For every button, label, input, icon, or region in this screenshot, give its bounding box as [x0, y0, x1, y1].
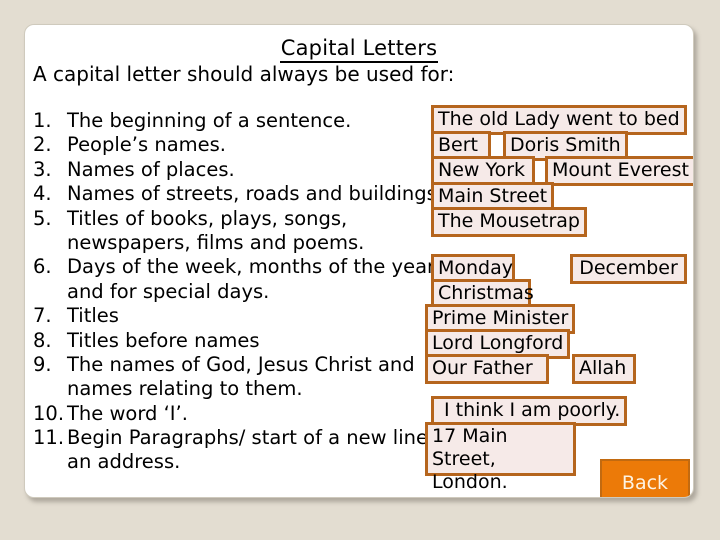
example-box-mount-everest: Mount Everest	[545, 156, 693, 186]
lead-sentence: A capital letter should always be used f…	[33, 62, 455, 86]
list-item: 5. Titles of books, plays, songs,	[33, 207, 453, 231]
list-item: 2. People’s names.	[33, 133, 453, 157]
list-item-number: 1.	[33, 109, 52, 132]
list-item-label: The names of God, Jesus Christ and	[67, 352, 415, 376]
page-title: Capital Letters	[25, 36, 693, 63]
list-item: 10. The word ‘I’.	[33, 402, 453, 426]
page-title-text: Capital Letters	[279, 36, 439, 63]
list-item-label: The word ‘I’.	[67, 401, 188, 425]
list-item-number: 2.	[33, 133, 52, 157]
list-item-label: names relating to them.	[67, 377, 303, 401]
example-box-the-mousetrap: The Mousetrap	[431, 207, 587, 237]
list-item-number: 9.	[33, 352, 52, 376]
list-item-label: People’s names.	[67, 133, 226, 157]
list-item-number: 4.	[33, 182, 52, 206]
list-item-label: Begin Paragraphs/ start of a new line of	[67, 426, 453, 450]
example-box-address: 17 Main Street, London.	[425, 422, 576, 493]
list-item-continuation: an address.	[33, 450, 453, 474]
example-box-our-father: Our Father	[425, 354, 549, 384]
example-box-december: December	[570, 254, 687, 284]
list-item-label: Titles of books, plays, songs,	[67, 206, 348, 230]
list-item-label: Titles before names	[67, 328, 260, 352]
list-item-number: 6.	[33, 255, 52, 279]
list-item-continuation: names relating to them.	[33, 377, 453, 401]
list-item-number: 7.	[33, 304, 52, 328]
list-item-label: and for special days.	[67, 279, 270, 303]
list-item-label: newspapers, films and poems.	[67, 230, 365, 254]
list-item: 6. Days of the week, months of the year	[33, 255, 453, 279]
list-item-continuation: and for special days.	[33, 280, 453, 304]
list-item: 8. Titles before names	[33, 329, 453, 353]
slide-card: Capital Letters A capital letter should …	[24, 24, 694, 498]
list-item-label: an address.	[67, 450, 181, 474]
list-item: 3. Names of places.	[33, 158, 453, 182]
list-item-number: 11.	[33, 426, 65, 450]
list-item: 9. The names of God, Jesus Christ and	[33, 353, 453, 377]
list-item-number: 3.	[33, 157, 52, 181]
list-item: 1. The beginning of a sentence.	[33, 109, 453, 133]
list-item-label: Names of streets, roads and buildings.	[67, 182, 444, 206]
back-button[interactable]: Back	[600, 459, 690, 497]
list-item-number: 10.	[33, 401, 65, 425]
list-item-label: Titles	[67, 304, 119, 328]
example-box-allah: Allah	[572, 354, 636, 384]
list-item-number: 5.	[33, 206, 52, 230]
list-item-label: The beginning of a sentence.	[67, 109, 352, 132]
list-item: 4. Names of streets, roads and buildings…	[33, 182, 453, 206]
list-item: 7. Titles	[33, 304, 453, 328]
list-item-label: Days of the week, months of the year	[67, 255, 436, 279]
rules-list: 1. The beginning of a sentence. 2. Peopl…	[33, 109, 453, 475]
list-item-number: 8.	[33, 328, 52, 352]
list-item-continuation: newspapers, films and poems.	[33, 231, 453, 255]
list-item-label: Names of places.	[67, 157, 235, 181]
list-item: 11. Begin Paragraphs/ start of a new lin…	[33, 426, 453, 450]
